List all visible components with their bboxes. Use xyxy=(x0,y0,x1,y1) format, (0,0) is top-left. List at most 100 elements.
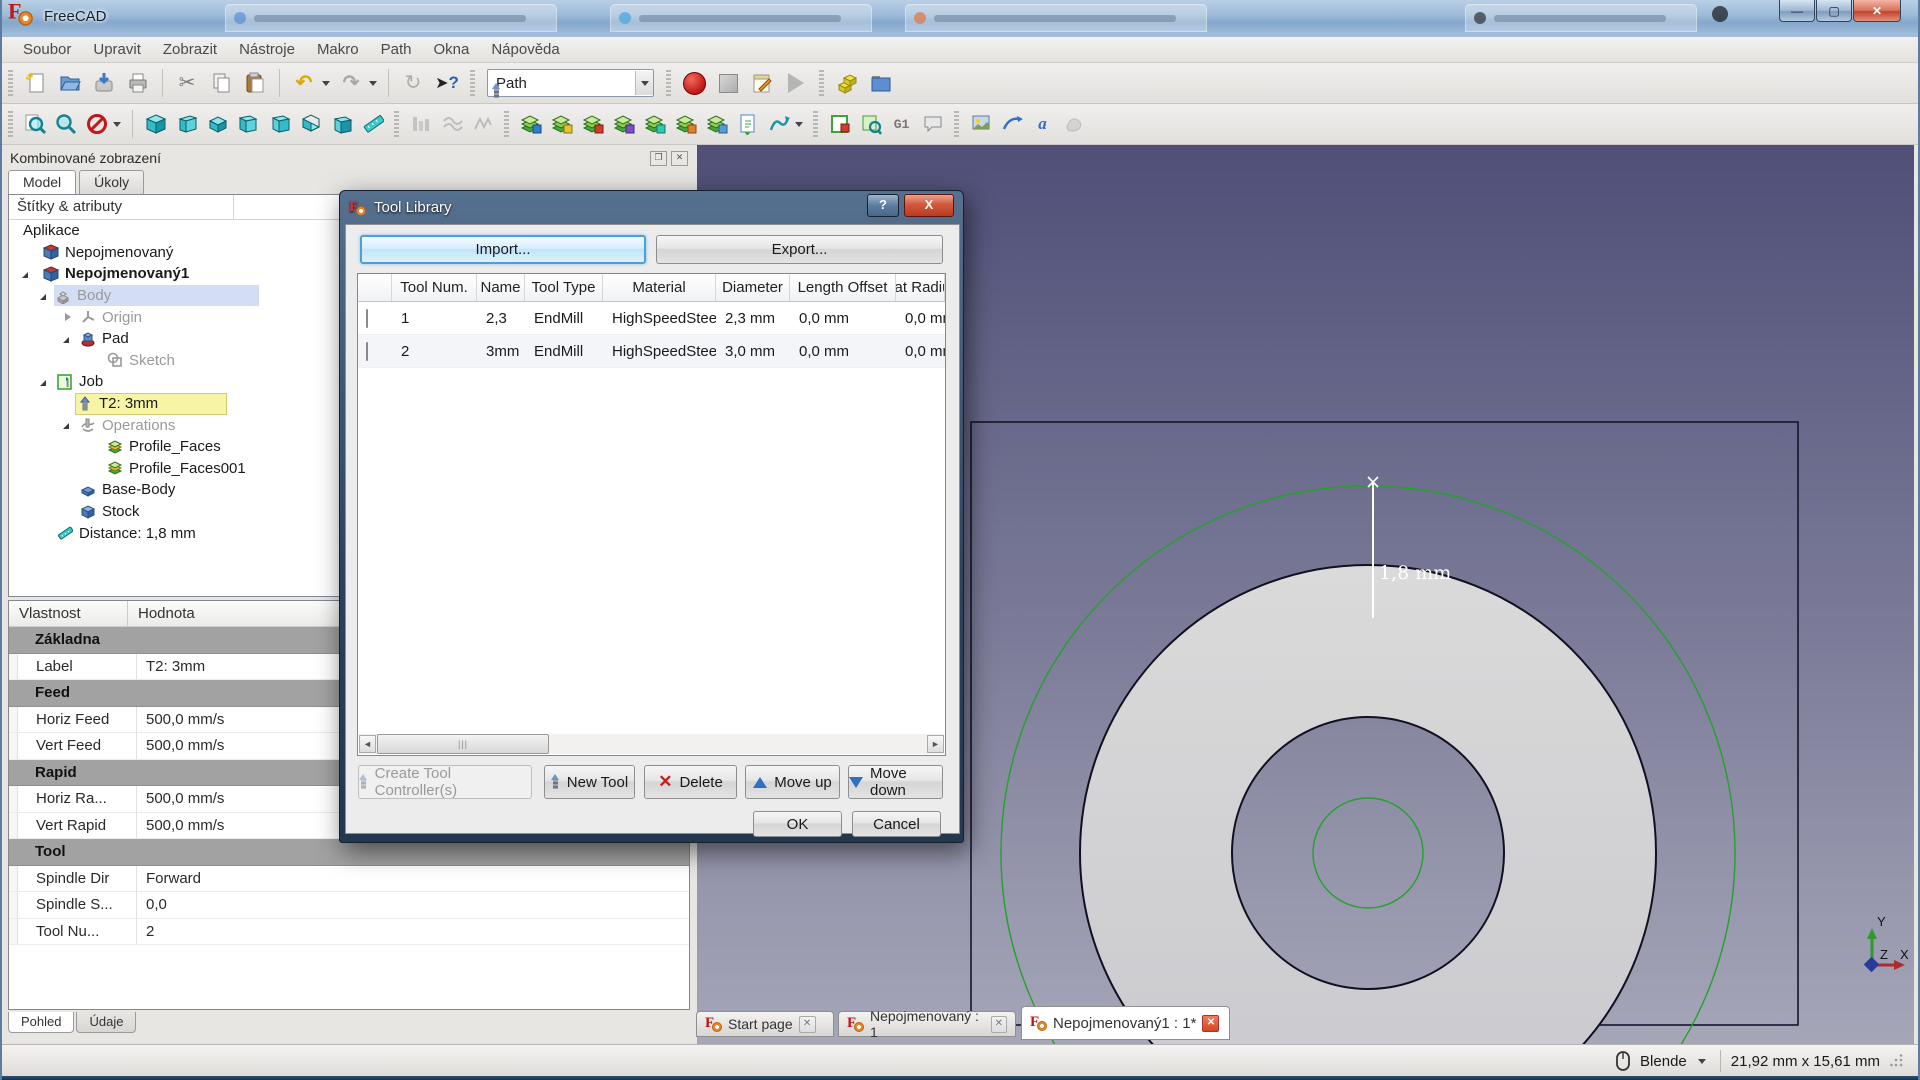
path-drilling-icon[interactable] xyxy=(577,109,608,139)
menu-nastroje[interactable]: Nástroje xyxy=(228,38,306,61)
expander-icon[interactable] xyxy=(63,423,69,429)
macro-stop-icon[interactable] xyxy=(711,67,745,99)
zoom-icon[interactable] xyxy=(50,109,81,139)
path-dressup-icon[interactable] xyxy=(763,109,794,139)
disc-hole[interactable] xyxy=(1232,717,1504,989)
scroll-left-icon[interactable]: ◄ xyxy=(359,735,376,753)
rear-view-icon[interactable] xyxy=(264,109,295,139)
toolbar-grip[interactable] xyxy=(666,70,671,96)
path-toolcontroller-icon[interactable] xyxy=(855,109,886,139)
new-document-icon[interactable] xyxy=(19,67,53,99)
menu-napoveda[interactable]: Nápověda xyxy=(480,38,570,61)
horizontal-scrollbar[interactable]: ◄ ||| ► xyxy=(359,734,944,754)
tab-model[interactable]: Model xyxy=(8,170,76,194)
tab-udaje[interactable]: Údaje xyxy=(76,1012,136,1033)
toolbar-grip[interactable] xyxy=(954,111,959,137)
move-up-button[interactable]: Move up xyxy=(745,765,840,799)
property-row[interactable]: Tool Nu...2 xyxy=(9,919,689,946)
toolbar-grip[interactable] xyxy=(8,70,13,96)
mdi-tab-start-page[interactable]: F Start page ✕ xyxy=(696,1011,834,1037)
draw-style-dropdown-icon[interactable] xyxy=(113,122,121,127)
path-sanity-icon[interactable] xyxy=(467,109,498,139)
undo-icon[interactable]: ↶ xyxy=(287,67,321,99)
toolbar-grip[interactable] xyxy=(394,111,399,137)
draw-style-icon[interactable] xyxy=(81,109,112,139)
toolbar-grip[interactable] xyxy=(8,111,13,137)
fit-all-icon[interactable] xyxy=(19,109,50,139)
macro-edit-icon[interactable] xyxy=(745,67,779,99)
expander-icon[interactable] xyxy=(22,272,28,278)
measure-distance-icon[interactable] xyxy=(357,109,388,139)
path-helix-icon[interactable] xyxy=(639,109,670,139)
delete-button[interactable]: ✕ Delete xyxy=(644,765,737,799)
scroll-right-icon[interactable]: ► xyxy=(927,735,944,753)
create-tool-controller-button[interactable]: Create Tool Controller(s) xyxy=(358,765,532,799)
path-job-icon[interactable] xyxy=(824,109,855,139)
tab-close-icon[interactable]: ✕ xyxy=(1202,1015,1219,1032)
menu-zobrazit[interactable]: Zobrazit xyxy=(152,38,228,61)
property-row[interactable]: Spindle DirForward xyxy=(9,866,689,893)
new-tool-button[interactable]: New Tool xyxy=(544,765,635,799)
tool-row-2[interactable]: 2 3mm EndMill HighSpeedSteel 3,0 mm 0,0 … xyxy=(358,335,945,368)
toolbar-grip[interactable] xyxy=(819,70,824,96)
close-button[interactable]: ✕ xyxy=(1853,0,1901,22)
dock-float-icon[interactable]: ❐ xyxy=(650,151,667,166)
redo-dropdown-icon[interactable] xyxy=(369,81,377,86)
workbench-dropdown-icon[interactable] xyxy=(635,71,653,95)
resize-grip[interactable] xyxy=(1890,1054,1904,1068)
menu-makro[interactable]: Makro xyxy=(306,38,370,61)
left-view-icon[interactable] xyxy=(326,109,357,139)
menu-okna[interactable]: Okna xyxy=(422,38,480,61)
property-row[interactable]: Spindle S...0,0 xyxy=(9,892,689,919)
nav-style-selector[interactable]: Blende xyxy=(1640,1053,1687,1070)
tool-checkbox[interactable] xyxy=(366,309,368,328)
move-down-button[interactable]: Move down xyxy=(848,765,943,799)
toolbar-grip[interactable] xyxy=(470,70,475,96)
tab-close-icon[interactable]: ✕ xyxy=(799,1016,816,1033)
path-simulator-icon[interactable] xyxy=(436,109,467,139)
tab-ukoly[interactable]: Úkoly xyxy=(79,170,144,194)
refresh-icon[interactable]: ↻ xyxy=(396,67,430,99)
path-custom-icon[interactable] xyxy=(1058,109,1089,139)
copy-icon[interactable] xyxy=(204,67,238,99)
expander-icon[interactable] xyxy=(40,380,46,386)
open-document-icon[interactable] xyxy=(53,67,87,99)
part-simple-icon[interactable] xyxy=(830,67,864,99)
path-comment-icon[interactable] xyxy=(917,109,948,139)
path-pocket-icon[interactable] xyxy=(546,109,577,139)
dialog-close-button[interactable]: X xyxy=(904,194,954,217)
import-button[interactable]: Import... xyxy=(360,235,646,264)
cut-icon[interactable]: ✂ xyxy=(170,67,204,99)
expander-icon[interactable] xyxy=(65,313,71,321)
macro-play-icon[interactable] xyxy=(779,67,813,99)
dialog-help-button[interactable]: ? xyxy=(867,194,899,217)
open-website-icon[interactable] xyxy=(864,67,898,99)
top-view-icon[interactable] xyxy=(202,109,233,139)
tab-close-icon[interactable]: ✕ xyxy=(991,1016,1007,1033)
menu-soubor[interactable]: Soubor xyxy=(12,38,82,61)
path-fixture-icon[interactable] xyxy=(996,109,1027,139)
mdi-tab-nepojmenovany[interactable]: F Nepojmenovaný : 1 ✕ xyxy=(838,1011,1016,1037)
whats-this-icon[interactable]: ➤? xyxy=(430,67,464,99)
ok-button[interactable]: OK xyxy=(753,811,842,837)
dock-close-icon[interactable]: ✕ xyxy=(671,151,688,166)
redo-icon[interactable]: ↷ xyxy=(334,67,368,99)
expander-icon[interactable] xyxy=(63,337,69,343)
toolbar-grip[interactable] xyxy=(813,111,818,137)
path-hop-icon[interactable]: a xyxy=(1027,109,1058,139)
path-stock-icon[interactable] xyxy=(965,109,996,139)
export-button[interactable]: Export... xyxy=(656,235,943,264)
print-icon[interactable] xyxy=(121,67,155,99)
path-face-icon[interactable] xyxy=(608,109,639,139)
expander-icon[interactable] xyxy=(40,294,46,300)
path-dressup-dropdown-icon[interactable] xyxy=(795,122,803,127)
tool-library-dialog[interactable]: F Tool Library ? X Import... Export... T… xyxy=(339,190,964,843)
cancel-button[interactable]: Cancel xyxy=(852,811,941,837)
macro-record-icon[interactable] xyxy=(677,67,711,99)
maximize-button[interactable]: ▢ xyxy=(1816,0,1852,22)
menu-path[interactable]: Path xyxy=(370,38,423,61)
mdi-tab-nepojmenovany1[interactable]: F Nepojmenovaný1 : 1* ✕ xyxy=(1021,1006,1230,1040)
paste-icon[interactable] xyxy=(238,67,272,99)
bottom-view-icon[interactable] xyxy=(295,109,326,139)
path-gcode-icon[interactable]: G1 xyxy=(886,109,917,139)
